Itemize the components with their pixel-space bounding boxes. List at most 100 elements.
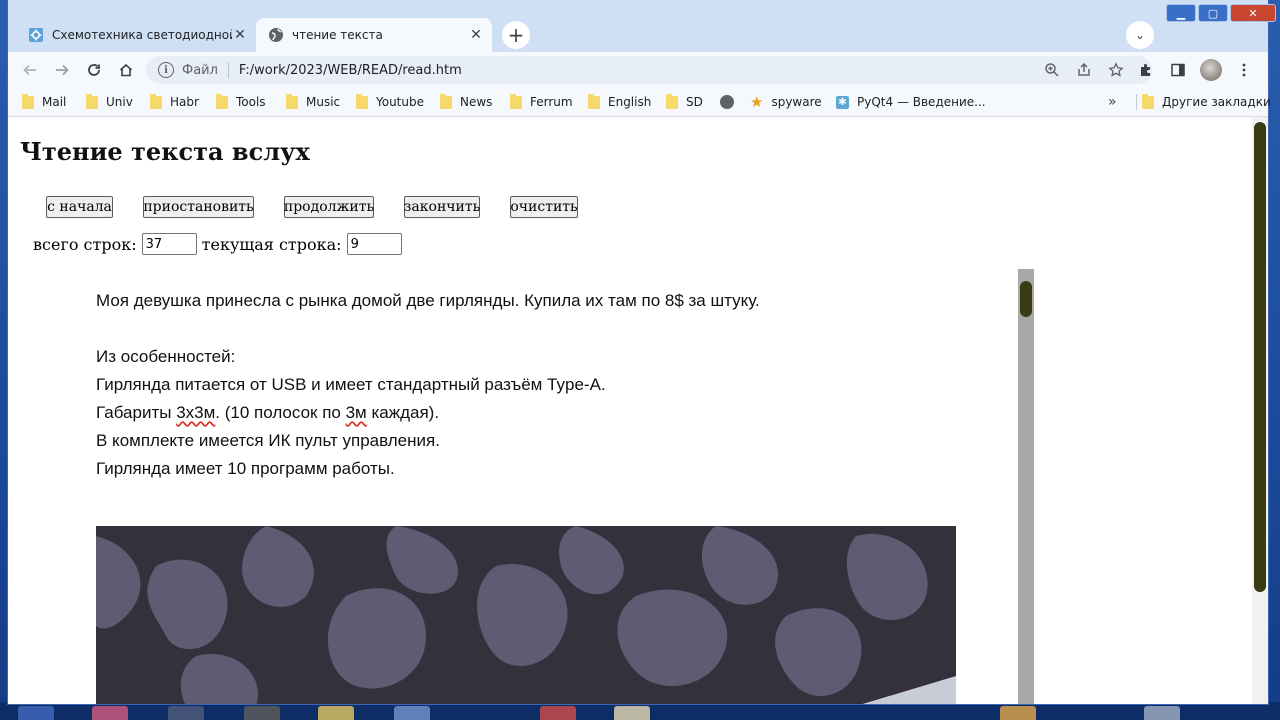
url-text[interactable]: F:/work/2023/WEB/READ/read.htm: [239, 63, 462, 78]
tab-read-text[interactable]: чтение текста ✕: [256, 18, 492, 52]
maximize-button[interactable]: ▢: [1198, 4, 1228, 22]
clear-button[interactable]: очистить: [510, 196, 578, 218]
bookmark-english[interactable]: English: [588, 93, 651, 110]
bookmark-label: Habr: [170, 95, 199, 109]
globe-icon: [720, 95, 734, 109]
side-panel-icon[interactable]: [1168, 60, 1188, 80]
bookmark-label: PyQt4 — Введение...: [857, 95, 986, 109]
bookmark-mail[interactable]: Mail: [22, 93, 67, 110]
close-tab-icon[interactable]: ✕: [232, 27, 248, 43]
taskbar-button[interactable]: [540, 706, 576, 720]
forward-button[interactable]: [50, 58, 74, 82]
home-button[interactable]: [114, 58, 138, 82]
tab-strip: Схемотехника светодиодной де ✕ чтение те…: [8, 0, 1276, 52]
arrow-left-icon: [23, 64, 36, 76]
address-bar[interactable]: i Файл F:/work/2023/WEB/READ/read.htm: [146, 56, 1152, 84]
current-line-input[interactable]: [346, 233, 402, 255]
bookmark-spyware[interactable]: ★ spyware: [750, 93, 822, 111]
bookmark-label: spyware: [771, 95, 822, 109]
bookmark-other[interactable]: Другие закладки: [1142, 93, 1271, 110]
garland-photo: [96, 526, 956, 704]
taskbar-button[interactable]: [18, 706, 54, 720]
folder-icon: [150, 93, 162, 109]
spellcheck-word: 3х3м: [176, 403, 216, 422]
resume-button[interactable]: продолжить: [284, 196, 374, 218]
text-area-scrollbar[interactable]: [1018, 269, 1034, 704]
page-viewport: Чтение текста вслух с начала приостанови…: [8, 117, 1252, 704]
finish-button[interactable]: закончить: [404, 196, 480, 218]
total-lines-input[interactable]: [141, 233, 197, 255]
star-icon: ★: [750, 93, 764, 111]
globe-favicon-icon: [268, 27, 284, 43]
reload-icon: [88, 64, 100, 76]
bookmark-sd[interactable]: SD: [666, 93, 703, 110]
folder-icon: [286, 93, 298, 109]
back-button[interactable]: [18, 58, 42, 82]
page-scroll-thumb[interactable]: [1254, 122, 1266, 592]
tab-title: Схемотехника светодиодной де: [52, 28, 232, 42]
tab-led-circuitry[interactable]: Схемотехника светодиодной де ✕: [16, 18, 256, 52]
folder-icon: [510, 93, 522, 109]
folder-icon: [666, 93, 678, 109]
zoom-icon[interactable]: [1042, 60, 1062, 80]
bookmark-label: Другие закладки: [1162, 95, 1271, 109]
bookmark-label: Mail: [42, 95, 67, 109]
new-tab-button[interactable]: +: [502, 21, 530, 49]
current-line-label: текущая строка:: [201, 234, 342, 254]
text-line: Габариты 3х3м. (10 полосок по 3м каждая)…: [96, 399, 760, 427]
bookmark-pyqt4[interactable]: ✱ PyQt4 — Введение...: [836, 94, 986, 110]
bookmark-label: Tools: [236, 95, 266, 109]
spellcheck-word: 3м: [345, 403, 367, 422]
reload-button[interactable]: [82, 58, 106, 82]
taskbar-button[interactable]: [1000, 706, 1036, 720]
from-start-button[interactable]: с начала: [46, 196, 113, 218]
folder-icon: [356, 93, 368, 109]
minimize-button[interactable]: ▁: [1166, 4, 1196, 22]
folder-icon: [1142, 93, 1154, 109]
total-lines-label: всего строк:: [33, 234, 137, 254]
pause-button[interactable]: приостановить: [143, 196, 254, 218]
browser-window: Схемотехника светодиодной де ✕ чтение те…: [8, 0, 1276, 704]
text-fragment: каждая).: [366, 403, 440, 422]
home-icon: [119, 63, 133, 77]
text-line-empty: [96, 315, 760, 343]
taskbar-button[interactable]: [1144, 706, 1180, 720]
address-separator: [227, 62, 229, 78]
taskbar-button[interactable]: [614, 706, 650, 720]
folder-icon: [588, 93, 600, 109]
bookmark-label: News: [460, 95, 493, 109]
browser-toolbar: i Файл F:/work/2023/WEB/READ/read.htm: [8, 52, 1268, 88]
window-controls: ▁ ▢ ✕: [1164, 4, 1276, 26]
close-window-button[interactable]: ✕: [1230, 4, 1276, 22]
bookmarks-overflow-button[interactable]: »: [1108, 94, 1117, 110]
text-content-area[interactable]: Моя девушка принесла с рынка домой две г…: [8, 269, 1034, 704]
bookmark-tools[interactable]: Tools: [216, 93, 266, 110]
bookmark-globe[interactable]: [720, 94, 742, 110]
bookmark-music[interactable]: Music: [286, 93, 340, 110]
taskbar-button[interactable]: [244, 706, 280, 720]
menu-kebab-icon[interactable]: [1234, 60, 1254, 80]
extensions-icon[interactable]: [1136, 60, 1156, 80]
bookmark-univ[interactable]: Univ: [86, 93, 133, 110]
text-fragment: . (10 полосок по: [215, 403, 346, 422]
close-tab-icon[interactable]: ✕: [468, 27, 484, 43]
bookmark-news[interactable]: News: [440, 93, 493, 110]
text-area-scroll-thumb[interactable]: [1020, 281, 1032, 317]
profile-avatar[interactable]: [1200, 59, 1222, 81]
text-line: Гирлянда питается от USB и имеет стандар…: [96, 375, 606, 394]
bookmark-habr[interactable]: Habr: [150, 93, 199, 110]
bookmarks-separator: [1136, 94, 1137, 110]
tab-search-button[interactable]: ⌄: [1126, 21, 1154, 49]
bookmark-youtube[interactable]: Youtube: [356, 93, 424, 110]
taskbar-button[interactable]: [92, 706, 128, 720]
taskbar-button[interactable]: [168, 706, 204, 720]
bookmark-ferrum[interactable]: Ferrum: [510, 93, 573, 110]
bookmark-label: Ferrum: [530, 95, 573, 109]
bookmark-label: Univ: [106, 95, 133, 109]
taskbar-button[interactable]: [318, 706, 354, 720]
taskbar-button[interactable]: [394, 706, 430, 720]
text-line: Гирлянда имеет 10 программ работы.: [96, 459, 395, 478]
share-icon[interactable]: [1074, 60, 1094, 80]
bookmark-star-icon[interactable]: [1106, 60, 1126, 80]
info-icon[interactable]: i: [158, 62, 174, 78]
